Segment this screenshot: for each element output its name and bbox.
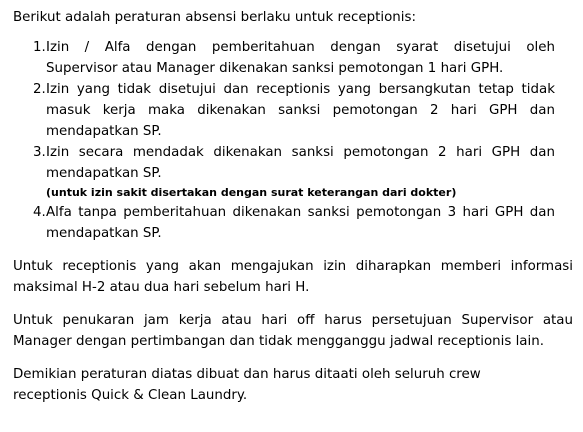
paragraph-line: Untuk receptionis yang akan mengajukan i… xyxy=(13,259,573,274)
paragraph-line: Demikian peraturan diatas dibuat dan har… xyxy=(13,367,481,382)
paragraph-line: Manager dengan pertimbangan dan tidak me… xyxy=(13,334,544,349)
rule-line: mendapatkan SP. xyxy=(46,226,162,241)
rule-item-3: 3. Izin secara mendadak dikenakan sanksi… xyxy=(13,142,555,202)
rule-line: mendapatkan SP. xyxy=(46,124,162,139)
rule-item-2: 2. Izin yang tidak disetujui dan recepti… xyxy=(13,79,555,142)
rule-line: Izin yang tidak disetujui dan receptioni… xyxy=(46,82,555,97)
paragraph-izin-notice: Untuk receptionis yang akan mengajukan i… xyxy=(13,256,573,298)
rule-item-1: 1. Izin / Alfa dengan pemberitahuan deng… xyxy=(13,37,555,79)
paragraph-line: Untuk penukaran jam kerja atau hari off … xyxy=(13,313,573,328)
rule-line: Alfa tanpa pemberitahuan dikenakan sanks… xyxy=(46,205,555,220)
rule-number: 1. xyxy=(33,40,46,55)
rule-number: 3. xyxy=(33,145,46,160)
paragraph-line: receptionis Quick & Clean Laundry. xyxy=(13,388,248,403)
document: Berikut adalah peraturan absensi berlaku… xyxy=(0,0,583,432)
rule-number: 4. xyxy=(33,205,46,220)
rule-line: masuk kerja maka dikenakan sanksi pemoto… xyxy=(46,103,555,118)
intro-text: Berikut adalah peraturan absensi berlaku… xyxy=(13,10,416,25)
paragraph-line: maksimal H-2 atau dua hari sebelum hari … xyxy=(13,280,310,295)
rule-item-4: 4. Alfa tanpa pemberitahuan dikenakan sa… xyxy=(13,202,555,244)
rule-line: Izin secara mendadak dikenakan sanksi pe… xyxy=(46,145,555,160)
rule-line: Supervisor atau Manager dikenakan sanksi… xyxy=(46,61,504,76)
rules-list: 1. Izin / Alfa dengan pemberitahuan deng… xyxy=(13,37,573,244)
rule-line: mendapatkan SP. xyxy=(46,166,162,181)
rule-number: 2. xyxy=(33,82,46,97)
rule-line: Izin / Alfa dengan pemberitahuan dengan … xyxy=(46,40,555,55)
paragraph-shift-exchange: Untuk penukaran jam kerja atau hari off … xyxy=(13,310,573,352)
rule-note: (untuk izin sakit disertakan dengan sura… xyxy=(46,186,457,199)
paragraph-closing: Demikian peraturan diatas dibuat dan har… xyxy=(13,364,573,406)
